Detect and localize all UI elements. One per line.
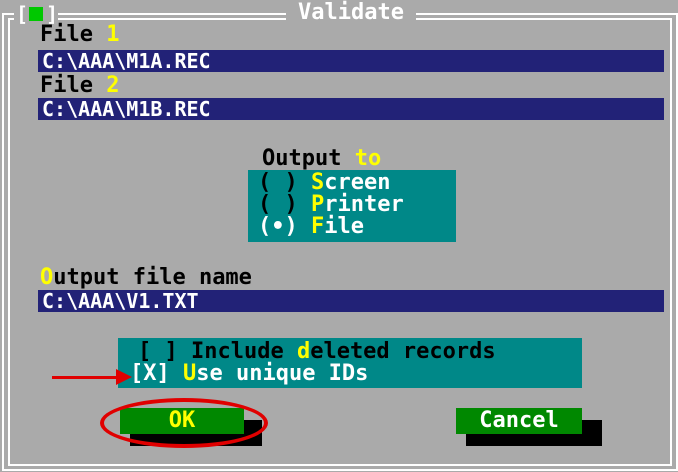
radio-file-hotkey: F	[310, 214, 325, 239]
radio-printer[interactable]: ( ) Printer	[258, 194, 404, 216]
annotation-arrow-head	[116, 369, 132, 385]
close-box-bracket-right: ]	[46, 2, 59, 26]
file2-label: File 2	[40, 75, 119, 97]
checkbox-unique-ids-label: se unique IDs	[196, 361, 369, 386]
file2-label-text: File	[40, 73, 93, 98]
checkbox-unique-ids-hotkey: U	[182, 361, 197, 386]
close-box-bracket-left: [	[16, 2, 29, 26]
output-file-label-hotkey: O	[40, 265, 54, 290]
close-box[interactable]: [ ]	[14, 4, 58, 24]
cancel-button-label: Cancel	[479, 408, 559, 433]
radio-screen[interactable]: ( ) Screen	[258, 172, 390, 194]
dialog-title: Validate	[286, 0, 416, 26]
output-file-label-text: utput file name	[53, 265, 252, 290]
output-to-label: Output to	[262, 148, 381, 170]
output-file-field[interactable]: C:\AAA\V1.TXT	[38, 290, 664, 312]
annotation-arrow-line	[52, 376, 124, 379]
output-to-label-text: Output	[262, 146, 342, 171]
output-radio-group: ( ) Screen ( ) Printer (•) File	[248, 170, 456, 242]
annotation-ellipse	[100, 398, 268, 448]
close-icon	[29, 7, 43, 21]
output-to-label-hot: to	[354, 146, 382, 171]
file2-number: 2	[106, 73, 120, 98]
file1-label-text: File	[40, 22, 93, 47]
options-checkbox-group: [ ] Include deleted records [X] Use uniq…	[118, 338, 582, 388]
radio-file-label: ile	[324, 214, 364, 239]
validate-dialog: [ ] Validate File 1 C:\AAA\M1A.REC File …	[0, 0, 678, 472]
checkbox-include-deleted[interactable]: [ ] Include deleted records	[138, 341, 496, 363]
radio-file[interactable]: (•) File	[258, 216, 364, 238]
checkbox-unique-ids-box: [X]	[130, 361, 183, 386]
file1-number: 1	[106, 22, 120, 47]
file1-label: File 1	[40, 24, 119, 46]
file2-field[interactable]: C:\AAA\M1B.REC	[38, 98, 664, 120]
output-file-label: Output file name	[40, 267, 252, 289]
radio-file-marker: (•)	[258, 214, 311, 239]
file1-field[interactable]: C:\AAA\M1A.REC	[38, 50, 664, 72]
cancel-button[interactable]: Cancel	[456, 408, 582, 434]
checkbox-unique-ids[interactable]: [X] Use unique IDs	[130, 363, 368, 385]
